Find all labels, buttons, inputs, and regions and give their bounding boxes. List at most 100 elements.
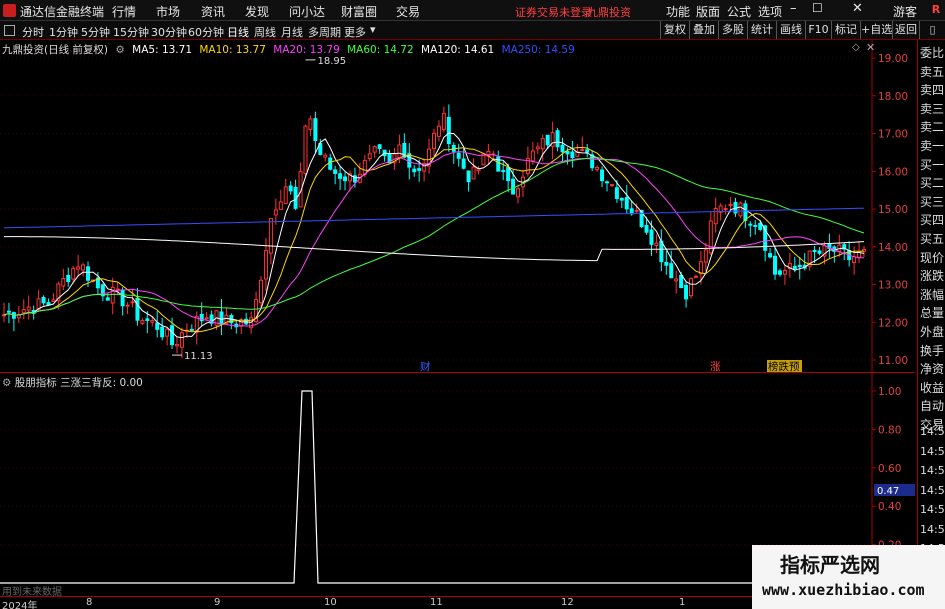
kline-chart[interactable]: 19.00 18.00 17.00 16.00 15.00 14.00 13.00 12.00… [0, 40, 915, 372]
menu-jiaoyi[interactable]: 交易 [396, 3, 420, 20]
event-marker-label: 财 [420, 360, 431, 372]
legend-gear-icon[interactable]: ⚙ [115, 44, 124, 56]
candle-body [308, 118, 313, 130]
chart-diamond-icon[interactable]: ◇ [852, 42, 860, 53]
candle-body [160, 326, 165, 338]
candle-body [436, 125, 441, 137]
time-label-aug: 8 [86, 597, 93, 608]
candle-body [614, 187, 619, 199]
time-label-oct: 10 [324, 597, 337, 608]
menu-gongneng[interactable]: 功能 [666, 3, 690, 20]
tool-f10[interactable]: F10 [805, 21, 831, 39]
menu-shichang[interactable]: 市场 [156, 3, 180, 20]
period-daily[interactable]: 日线 [227, 24, 249, 40]
tool-back[interactable]: 返回 [892, 21, 919, 39]
period-monthly[interactable]: 月线 [281, 24, 303, 40]
candle-body [283, 186, 288, 204]
indicator-tick-label: 1.00 [878, 386, 901, 398]
candle-body [817, 250, 822, 254]
candle-body [338, 173, 343, 179]
chart-close-icon[interactable]: ✕ [866, 41, 875, 54]
candle-body [412, 168, 417, 173]
candle-body [624, 197, 629, 210]
minimize-icon[interactable]: – [790, 1, 797, 16]
price-tick-label: 19.00 [878, 53, 908, 65]
ma-line-ma120 [4, 236, 865, 262]
main-chart-title: 九鼎投资(日线 前复权) [2, 44, 109, 56]
candle-body [66, 274, 71, 283]
indicator-gear-icon[interactable]: ⚙ [2, 377, 11, 389]
candle-body [782, 270, 787, 275]
app-badge: R [931, 3, 941, 16]
candle-body [471, 166, 476, 180]
menu-zixun[interactable]: 资讯 [201, 3, 225, 20]
guest-label[interactable]: 游客 [893, 3, 917, 20]
tool-fuquan[interactable]: 复权 [660, 21, 689, 39]
menu-hangqing[interactable]: 行情 [112, 3, 136, 20]
tool-huaxian[interactable]: 画线 [776, 21, 805, 39]
menu-caifuquan[interactable]: 财富圈 [341, 3, 377, 20]
candle-body [698, 261, 703, 275]
period-1min[interactable]: 1分钟 [49, 24, 78, 40]
panel-time-0: 14:56 [920, 425, 945, 438]
time-label-dec: 12 [561, 597, 574, 608]
candle-body [456, 152, 461, 159]
panel-toggle-icon[interactable]: ▯ [919, 21, 945, 39]
tool-diejia[interactable]: 叠加 [689, 21, 718, 39]
close-icon[interactable]: ✕ [852, 1, 863, 16]
candle-body [679, 274, 684, 289]
panel-label-8: 买三 [920, 194, 945, 209]
menu-xuanxiang[interactable]: 选项 [758, 3, 782, 20]
period-60min[interactable]: 60分钟 [188, 24, 224, 40]
candle-body [773, 255, 778, 275]
period-5min[interactable]: 5分钟 [81, 24, 110, 40]
period-weekly[interactable]: 周线 [254, 24, 276, 40]
menu-wenxiaoda[interactable]: 问小达 [289, 3, 325, 20]
time-label-sep: 9 [214, 597, 221, 608]
candle-body [713, 207, 718, 225]
candle-body [595, 166, 600, 171]
menu-banmian[interactable]: 版面 [696, 3, 720, 20]
candle-body [6, 310, 11, 313]
period-15min[interactable]: 15分钟 [113, 24, 149, 40]
candle-body [689, 278, 694, 297]
candle-body [728, 203, 733, 207]
menu-gongshi[interactable]: 公式 [727, 3, 751, 20]
candle-body [466, 170, 471, 183]
period-more[interactable]: 更多 [344, 24, 366, 40]
candle-body [777, 270, 782, 275]
panel-label-0: 委比 [920, 46, 945, 60]
legend-ma60: MA60: 14.72 [347, 44, 414, 56]
price-tick-label: 11.00 [878, 355, 908, 367]
candle-body [432, 132, 436, 149]
candle-body [792, 265, 797, 270]
panel-time-2: 14:56 [920, 464, 945, 477]
tool-tongji[interactable]: 统计 [747, 21, 776, 39]
candle-body [758, 222, 763, 230]
panel-label-19[interactable]: 自动 [920, 397, 944, 414]
price-tick-label: 16.00 [878, 166, 908, 178]
app-title: 通达信金融终端 [20, 5, 105, 19]
candle-body [303, 125, 308, 175]
period-multi[interactable]: 多周期 [308, 24, 341, 40]
login-notice[interactable]: 证券交易未登录 [515, 4, 592, 20]
tool-add-watchlist[interactable]: +自选 [860, 21, 892, 39]
maximize-icon[interactable]: ☐ [812, 1, 823, 15]
more-dropdown-icon[interactable]: ▾ [370, 23, 376, 36]
candle-body [140, 320, 145, 324]
candle-body [797, 264, 802, 268]
candle-body [644, 225, 649, 233]
tool-duogu[interactable]: 多股 [718, 21, 747, 39]
candle-body [703, 249, 708, 263]
menu-faxian[interactable]: 发现 [245, 3, 269, 20]
candle-body [654, 242, 659, 246]
period-30min[interactable]: 30分钟 [151, 24, 187, 40]
toolbar-square-icon[interactable] [4, 25, 15, 36]
panel-time-4: 14:56 [920, 503, 945, 516]
tool-biaoji[interactable]: 标记 [831, 21, 860, 39]
indicator-tick-label: 0.80 [878, 424, 901, 436]
candle-body [145, 318, 150, 321]
candle-body [26, 306, 31, 311]
candle-body [812, 249, 817, 252]
period-fenshi[interactable]: 分时 [22, 24, 44, 40]
